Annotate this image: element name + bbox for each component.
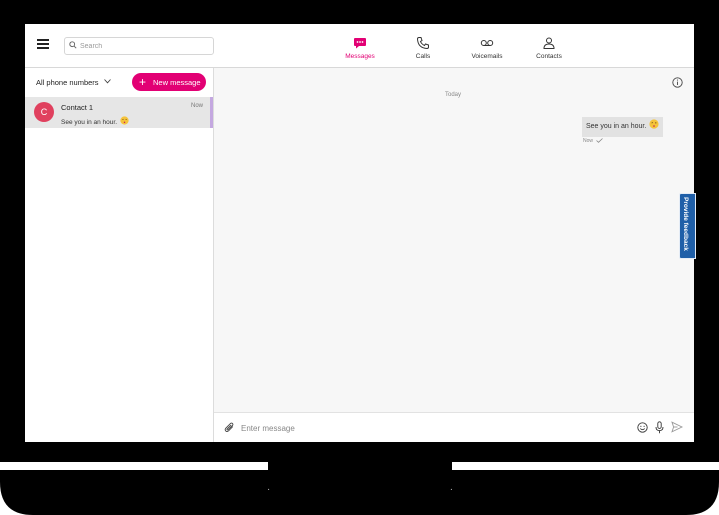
- chat-pane: Today See you in an hour. Now: [214, 68, 694, 412]
- menu-button[interactable]: [37, 38, 51, 50]
- day-separator: Today: [445, 92, 462, 98]
- chevron-down-icon: [103, 79, 111, 84]
- conversation-sidebar: All phone numbers + New message C Contac…: [25, 68, 214, 442]
- search-input[interactable]: [80, 38, 208, 54]
- tab-label: Messages: [345, 53, 375, 60]
- message-icon: [354, 38, 366, 49]
- message-time: Now: [583, 138, 594, 144]
- selection-indicator: [210, 97, 213, 128]
- tab-label: Calls: [415, 53, 431, 60]
- search-icon: [69, 41, 77, 49]
- tab-voicemails[interactable]: Voicemails: [457, 36, 517, 64]
- info-icon[interactable]: [672, 77, 683, 88]
- contacts-icon: [543, 37, 555, 49]
- message-meta: Now: [583, 138, 603, 144]
- kiss-emoji-icon: [649, 119, 659, 129]
- feedback-label: Provide feedback: [682, 197, 689, 251]
- tab-calls[interactable]: Calls: [393, 36, 453, 64]
- message-input[interactable]: [241, 420, 621, 436]
- app-screen: Messages Calls Voicemails Contacts: [25, 24, 694, 442]
- provide-feedback-tab[interactable]: Provide feedback: [679, 193, 696, 259]
- attachment-icon[interactable]: [224, 422, 235, 433]
- tab-label: Voicemails: [471, 53, 503, 60]
- send-icon[interactable]: [671, 421, 683, 433]
- kiss-emoji-icon: [120, 116, 129, 125]
- conversation-preview: See you in an hour.: [61, 116, 129, 126]
- tab-contacts[interactable]: Contacts: [519, 36, 579, 64]
- new-message-label: New message: [153, 78, 201, 87]
- message-composer: [214, 412, 694, 442]
- menu-icon-line: [37, 47, 49, 49]
- emoji-icon[interactable]: [637, 422, 648, 433]
- menu-icon-line: [37, 43, 49, 45]
- new-message-button[interactable]: + New message: [132, 73, 206, 91]
- message-text: See you in an hour.: [586, 123, 647, 130]
- voicemail-icon: [480, 40, 494, 46]
- app-header: Messages Calls Voicemails Contacts: [25, 24, 694, 68]
- search-box: [64, 37, 214, 55]
- conversation-preview-text: See you in an hour.: [61, 119, 118, 126]
- tab-messages[interactable]: Messages: [330, 36, 390, 64]
- conversation-item[interactable]: C Contact 1 Now See you in an hour.: [25, 97, 213, 128]
- conversation-name: Contact 1: [61, 103, 94, 112]
- plus-icon: +: [139, 75, 147, 89]
- phone-number-filter[interactable]: All phone numbers: [36, 78, 111, 87]
- message-bubble: See you in an hour.: [582, 117, 664, 137]
- conversation-time: Now: [191, 103, 204, 109]
- avatar: C: [34, 102, 54, 122]
- tab-label: Contacts: [536, 53, 562, 60]
- microphone-icon[interactable]: [655, 421, 664, 434]
- phone-filter-label: All phone numbers: [36, 78, 99, 87]
- checkmark-icon: [596, 138, 603, 143]
- phone-icon: [416, 37, 429, 50]
- menu-icon-line: [37, 39, 49, 41]
